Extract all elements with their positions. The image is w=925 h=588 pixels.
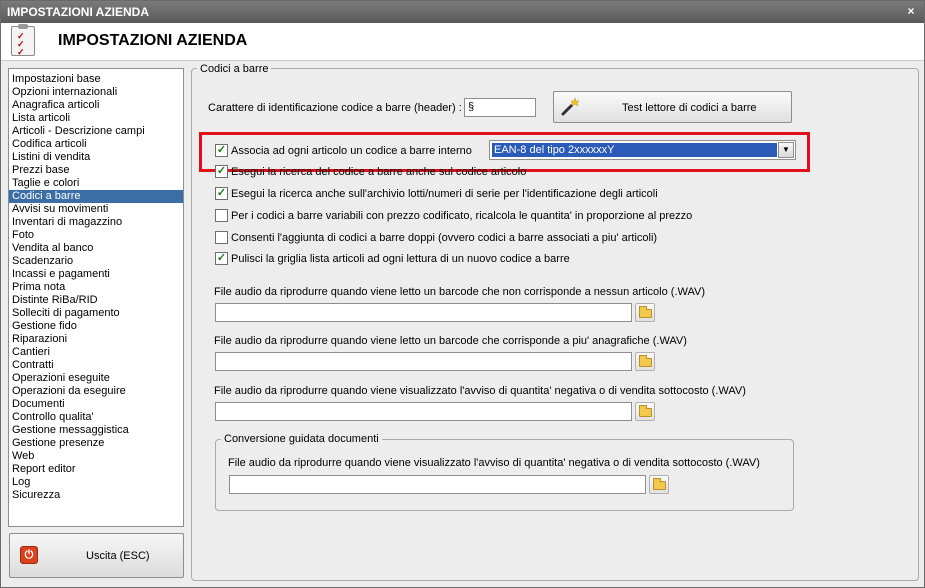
sidebar-item[interactable]: Taglie e colori [9, 177, 183, 190]
sidebar-item[interactable]: Foto [9, 229, 183, 242]
folder-icon [653, 478, 666, 490]
sidebar-item[interactable]: Gestione fido [9, 320, 183, 333]
sidebar-item[interactable]: Listini di vendita [9, 151, 183, 164]
power-icon: ⏻ [20, 546, 38, 564]
close-button[interactable]: × [904, 4, 918, 18]
conversione-audio-label: File audio da riprodurre quando viene vi… [228, 457, 760, 469]
chevron-down-icon[interactable]: ▼ [778, 142, 794, 158]
option-checkbox[interactable] [215, 231, 228, 244]
header-char-label: Carattere di identificazione codice a ba… [208, 102, 462, 114]
browse-folder-button[interactable] [635, 352, 655, 371]
folder-icon [639, 355, 652, 367]
option-label: Esegui la ricerca del codice a barre anc… [231, 166, 527, 178]
sidebar-item[interactable]: Web [9, 450, 183, 463]
sidebar-item[interactable]: Avvisi su movimenti [9, 203, 183, 216]
option-checkbox[interactable]: ✓ [215, 252, 228, 265]
associa-checkbox[interactable]: ✓ [215, 144, 228, 157]
audio-file-input[interactable] [215, 303, 632, 322]
sidebar-item[interactable]: Controllo qualita' [9, 411, 183, 424]
sidebar-item[interactable]: Cantieri [9, 346, 183, 359]
header-char-input[interactable]: § [464, 98, 536, 117]
conversione-audio-input[interactable] [229, 475, 646, 494]
sidebar-item[interactable]: Prezzi base [9, 164, 183, 177]
page-header: ✓ ✓ ✓ IMPOSTAZIONI AZIENDA [1, 23, 924, 61]
audio-file-input[interactable] [215, 402, 632, 421]
sidebar-item[interactable]: Incassi e pagamenti [9, 268, 183, 281]
check-icon: ✓ [216, 187, 227, 199]
folder-icon [639, 405, 652, 417]
settings-sidebar[interactable]: Impostazioni base Opzioni internazionali A… [8, 68, 184, 527]
check-icon: ✓ [216, 144, 227, 156]
exit-button[interactable]: ⏻ Uscita (ESC) [9, 533, 184, 578]
sidebar-item[interactable]: Documenti [9, 398, 183, 411]
audio-file-input[interactable] [215, 352, 632, 371]
sidebar-item[interactable]: Opzioni internazionali [9, 86, 183, 99]
settings-window: IMPOSTAZIONI AZIENDA × ✓ ✓ ✓ IMPOSTAZION… [0, 0, 925, 588]
sidebar-item[interactable]: Gestione presenze [9, 437, 183, 450]
sidebar-item[interactable]: Distinte RiBa/RID [9, 294, 183, 307]
magic-wand-icon [561, 97, 580, 116]
sidebar-item[interactable]: Operazioni da eseguire [9, 385, 183, 398]
check-icon: ✓ [216, 252, 227, 264]
barcode-type-select[interactable]: EAN-8 del tipo 2xxxxxxY ▼ [489, 140, 796, 160]
conversione-legend: Conversione guidata documenti [221, 433, 382, 445]
sidebar-item[interactable]: Scadenzario [9, 255, 183, 268]
audio-file-label: File audio da riprodurre quando viene vi… [214, 385, 746, 397]
sidebar-item[interactable]: Inventari di magazzino [9, 216, 183, 229]
sidebar-item[interactable]: Log [9, 476, 183, 489]
sidebar-item[interactable]: Riparazioni [9, 333, 183, 346]
audio-file-label: File audio da riprodurre quando viene le… [214, 286, 706, 298]
option-checkbox[interactable]: ✓ [215, 187, 228, 200]
sidebar-item[interactable]: Vendita al banco [9, 242, 183, 255]
browse-folder-button[interactable] [649, 475, 669, 494]
sidebar-item[interactable]: Lista articoli [9, 112, 183, 125]
title-bar: IMPOSTAZIONI AZIENDA × [1, 1, 924, 23]
option-checkbox[interactable] [215, 209, 228, 222]
browse-folder-button[interactable] [635, 402, 655, 421]
exit-button-label: Uscita (ESC) [86, 550, 150, 562]
sidebar-item[interactable]: Operazioni eseguite [9, 372, 183, 385]
sidebar-item[interactable]: Articoli - Descrizione campi [9, 125, 183, 138]
option-label: Esegui la ricerca anche sull'archivio lo… [231, 188, 658, 200]
option-label: Consenti l'aggiunta di codici a barre do… [231, 232, 658, 244]
option-label: Pulisci la griglia lista articoli ad ogn… [231, 253, 570, 265]
associa-label: Associa ad ogni articolo un codice a bar… [231, 145, 472, 157]
sidebar-item[interactable]: Codici a barre [9, 190, 183, 203]
option-label: Per i codici a barre variabili con prezz… [231, 210, 693, 222]
window-title: IMPOSTAZIONI AZIENDA [7, 5, 149, 19]
sidebar-item[interactable]: Prima nota [9, 281, 183, 294]
sidebar-item[interactable]: Anagrafica articoli [9, 99, 183, 112]
check-icon: ✓ [216, 165, 227, 177]
folder-icon [639, 306, 652, 318]
sidebar-item[interactable]: Solleciti di pagamento [9, 307, 183, 320]
test-barcode-reader-button[interactable]: Test lettore di codici a barre [553, 91, 792, 123]
panel-legend: Codici a barre [197, 63, 272, 75]
browse-folder-button[interactable] [635, 303, 655, 322]
barcode-type-value: EAN-8 del tipo 2xxxxxxY [492, 143, 777, 157]
sidebar-item[interactable]: Contratti [9, 359, 183, 372]
page-title: IMPOSTAZIONI AZIENDA [58, 32, 248, 49]
sidebar-item[interactable]: Sicurezza [9, 489, 183, 502]
sidebar-item[interactable]: Report editor [9, 463, 183, 476]
test-button-label: Test lettore di codici a barre [622, 102, 757, 114]
sidebar-item[interactable]: Impostazioni base [9, 73, 183, 86]
option-checkbox[interactable]: ✓ [215, 165, 228, 178]
sidebar-item[interactable]: Gestione messaggistica [9, 424, 183, 437]
checklist-icon: ✓ ✓ ✓ [11, 24, 35, 57]
sidebar-item[interactable]: Codifica articoli [9, 138, 183, 151]
audio-file-label: File audio da riprodurre quando viene le… [214, 335, 687, 347]
